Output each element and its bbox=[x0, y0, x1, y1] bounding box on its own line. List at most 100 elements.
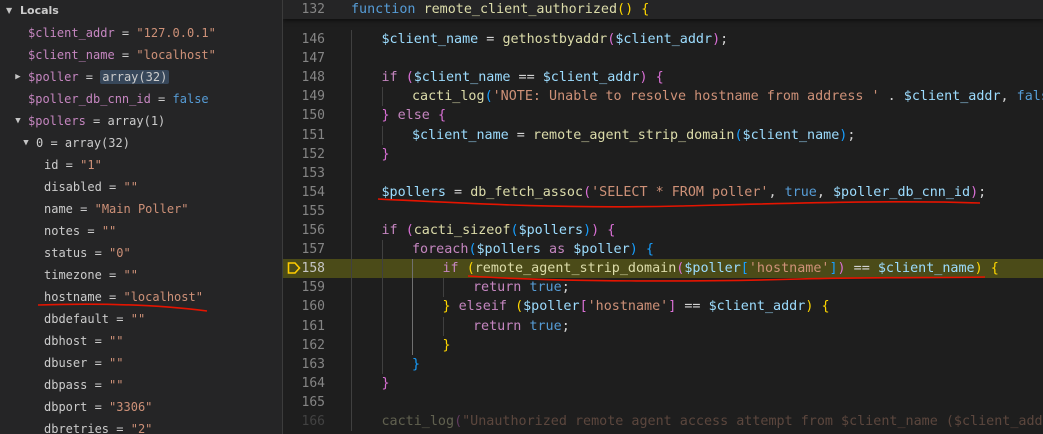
code-token: ) bbox=[583, 223, 592, 238]
variable-row[interactable]: dbdefault = "" bbox=[0, 308, 282, 330]
code-token: else bbox=[397, 108, 430, 124]
code-token: $poller bbox=[684, 261, 741, 277]
equals-sign: = bbox=[43, 136, 65, 150]
code-line[interactable]: 159 return true; bbox=[283, 278, 1043, 297]
code-line[interactable]: 156 if (cacti_sizeof($pollers)) { bbox=[283, 221, 1043, 240]
code-token: as bbox=[541, 242, 574, 258]
variable-row[interactable]: dbretries = "2" bbox=[0, 418, 282, 434]
code-token: "Unauthorized remote agent access attemp… bbox=[462, 414, 1043, 429]
variable-value: "localhost" bbox=[123, 290, 203, 304]
code-line[interactable]: 147 bbox=[283, 49, 1043, 68]
variable-value: false bbox=[172, 92, 209, 106]
code-line[interactable]: 163} bbox=[283, 355, 1043, 374]
variable-row[interactable]: $client_addr = "127.0.0.1" bbox=[0, 22, 282, 44]
chevron-right-icon[interactable]: ▶ bbox=[12, 72, 24, 82]
variable-row[interactable]: id = "1" bbox=[0, 154, 282, 176]
indent-guide bbox=[412, 259, 413, 355]
code-line[interactable]: 150} else { bbox=[283, 106, 1043, 125]
equals-sign: = bbox=[72, 202, 95, 216]
code-line[interactable]: 151 $client_name = remote_agent_strip_dom… bbox=[283, 126, 1043, 145]
code-text: } bbox=[382, 147, 390, 162]
code-token: foreach bbox=[412, 242, 469, 258]
line-number: 166 bbox=[301, 414, 325, 429]
equals-sign: = bbox=[101, 268, 124, 282]
variable-row[interactable]: notes = "" bbox=[0, 220, 282, 242]
code-token: ( bbox=[454, 414, 463, 429]
equals-sign: = bbox=[109, 422, 131, 434]
variable-row[interactable]: disabled = "" bbox=[0, 176, 282, 198]
chevron-down-icon[interactable]: ▼ bbox=[12, 116, 24, 126]
code-line[interactable]: 164} bbox=[283, 374, 1043, 393]
chevron-down-icon[interactable]: ▼ bbox=[20, 138, 32, 148]
variable-value: "1" bbox=[80, 158, 102, 172]
code-line[interactable]: 165 bbox=[283, 393, 1043, 412]
locals-section-header[interactable]: ▼ Locals bbox=[0, 0, 282, 20]
code-token: if bbox=[381, 70, 406, 86]
line-number: 156 bbox=[301, 223, 325, 238]
code-token: ( bbox=[484, 89, 493, 105]
code-token: $client_name bbox=[877, 261, 975, 277]
variable-row[interactable]: name = "Main Poller" bbox=[0, 198, 282, 220]
code-text: return true; bbox=[473, 280, 570, 295]
code-line[interactable]: 154 $pollers = db_fetch_assoc('SELECT * F… bbox=[283, 183, 1043, 202]
code-token: { bbox=[437, 108, 446, 124]
code-token: $pollers bbox=[476, 242, 542, 258]
variable-row[interactable]: timezone = "" bbox=[0, 264, 282, 286]
code-token: [ bbox=[740, 261, 749, 277]
code-text: if (cacti_sizeof($pollers)) { bbox=[382, 223, 616, 238]
variable-value: "" bbox=[109, 378, 124, 392]
code-text: if ($client_name == $client_addr) { bbox=[382, 70, 664, 85]
code-token: remote_agent_strip_domain bbox=[474, 261, 677, 277]
variable-row[interactable]: ▼ $pollers = array(1) bbox=[0, 110, 282, 132]
code-editor[interactable]: 132 function remote_client_authorized() … bbox=[283, 0, 1043, 434]
code-text: } bbox=[382, 376, 390, 391]
variable-row[interactable]: status = "0" bbox=[0, 242, 282, 264]
sticky-scroll-header[interactable]: 132 function remote_client_authorized() … bbox=[283, 0, 1043, 19]
code-token: function bbox=[351, 2, 424, 17]
code-line[interactable]: 166 cacti_log("Unauthorized remote agent … bbox=[283, 412, 1043, 431]
code-token: ( bbox=[515, 299, 524, 315]
code-line[interactable]: 158 if (remote_agent_strip_domain($poller… bbox=[283, 259, 1043, 279]
variable-row[interactable]: dbpass = "" bbox=[0, 374, 282, 396]
code-token: } bbox=[381, 375, 390, 391]
debug-arrow-shape bbox=[287, 262, 301, 274]
code-line[interactable]: 148 if ($client_name == $client_addr) { bbox=[283, 68, 1043, 87]
variable-row[interactable]: hostname = "localhost" bbox=[0, 286, 282, 308]
code-token: { bbox=[821, 299, 830, 315]
code-token: $poller_db_cnn_id bbox=[833, 184, 971, 200]
variable-name: dbretries bbox=[44, 422, 110, 434]
code-line[interactable]: 153 bbox=[283, 164, 1043, 183]
code-token: = bbox=[446, 184, 471, 200]
code-line[interactable]: 160} elseif ($poller['hostname'] == $cli… bbox=[283, 297, 1043, 316]
code-token: 'hostname' bbox=[587, 299, 669, 315]
line-number: 153 bbox=[301, 165, 325, 181]
variable-row[interactable]: ▼ 0 = array(32) bbox=[0, 132, 282, 154]
variable-value: "" bbox=[109, 356, 124, 370]
code-line[interactable]: 162} bbox=[283, 336, 1043, 355]
debug-current-line-arrow-icon[interactable] bbox=[287, 261, 301, 275]
code-token: , bbox=[1000, 89, 1017, 105]
code-line[interactable]: 157 foreach($pollers as $poller) { bbox=[283, 240, 1043, 259]
variable-row[interactable]: $poller_db_cnn_id = false bbox=[0, 88, 282, 110]
code-line[interactable]: 146 $client_name = gethostbyaddr($client_… bbox=[283, 30, 1043, 49]
line-number: 160 bbox=[301, 299, 325, 315]
variable-row[interactable]: $client_name = "localhost" bbox=[0, 44, 282, 66]
code-text: return true; bbox=[473, 319, 570, 334]
code-line[interactable]: 149 cacti_log('NOTE: Unable to resolve ho… bbox=[283, 87, 1043, 106]
code-line[interactable]: 161 return true; bbox=[283, 317, 1043, 336]
code-token: ; bbox=[720, 32, 729, 47]
variable-row[interactable]: dbhost = "" bbox=[0, 330, 282, 352]
code-token: cacti_log bbox=[381, 414, 455, 429]
indent-guide bbox=[381, 240, 383, 374]
code-line[interactable]: 155 bbox=[283, 202, 1043, 221]
line-number: 159 bbox=[301, 280, 325, 296]
code-line[interactable]: 152} bbox=[283, 145, 1043, 164]
variable-row[interactable]: dbport = "3306" bbox=[0, 396, 282, 418]
code-token: } bbox=[442, 299, 451, 315]
code-token: cacti_log bbox=[412, 89, 485, 105]
code-token: 'SELECT * FROM poller' bbox=[591, 184, 769, 200]
variable-value: "3306" bbox=[109, 400, 153, 414]
variable-row[interactable]: dbuser = "" bbox=[0, 352, 282, 374]
variable-row[interactable]: ▶ $poller = array(32) bbox=[0, 66, 282, 88]
